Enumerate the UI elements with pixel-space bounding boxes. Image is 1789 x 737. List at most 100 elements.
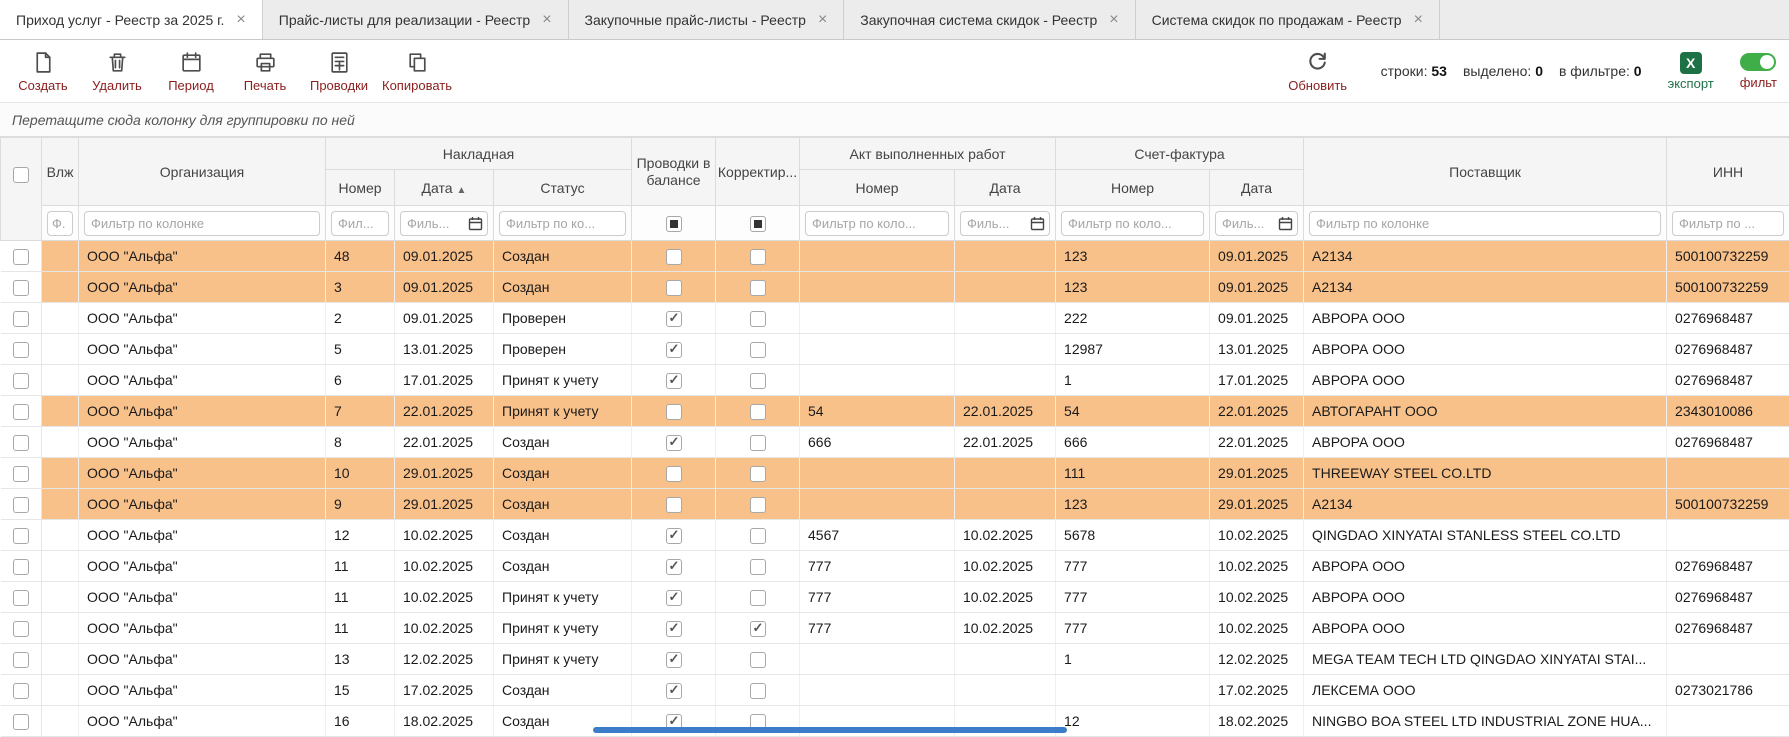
tab-close-icon[interactable]: × bbox=[236, 12, 245, 28]
postings-checkbox[interactable] bbox=[666, 435, 682, 451]
correction-checkbox[interactable] bbox=[750, 404, 766, 420]
row-checkbox[interactable] bbox=[13, 435, 29, 451]
act-date-filter-input[interactable] bbox=[961, 212, 1030, 235]
table-row[interactable]: ООО "Альфа" 13 12.02.2025 Принят к учету… bbox=[1, 644, 1789, 675]
document-tab[interactable]: Закупочная система скидок - Реестр × bbox=[844, 0, 1135, 39]
tab-close-icon[interactable]: × bbox=[542, 12, 551, 28]
row-checkbox[interactable] bbox=[13, 714, 29, 730]
col-header-invoice-number[interactable]: Номер bbox=[326, 170, 395, 206]
attachment-filter-input[interactable] bbox=[47, 211, 73, 236]
postings-checkbox[interactable] bbox=[666, 466, 682, 482]
correction-checkbox[interactable] bbox=[750, 528, 766, 544]
correction-checkbox[interactable] bbox=[750, 249, 766, 265]
invoice-number-filter-input[interactable] bbox=[331, 211, 389, 236]
col-header-attachment[interactable]: Влж bbox=[42, 138, 79, 206]
table-row[interactable]: ООО "Альфа" 6 17.01.2025 Принят к учету … bbox=[1, 365, 1789, 396]
correction-checkbox[interactable] bbox=[750, 497, 766, 513]
row-checkbox[interactable] bbox=[13, 373, 29, 389]
table-row[interactable]: ООО "Альфа" 7 22.01.2025 Принят к учету … bbox=[1, 396, 1789, 427]
row-checkbox[interactable] bbox=[13, 683, 29, 699]
postings-checkbox[interactable] bbox=[666, 342, 682, 358]
horizontal-scrollbar-thumb[interactable] bbox=[593, 727, 1067, 733]
table-row[interactable]: ООО "Альфа" 11 10.02.2025 Создан 777 10.… bbox=[1, 551, 1789, 582]
tab-close-icon[interactable]: × bbox=[818, 12, 827, 28]
excel-export-button[interactable]: X экспорт bbox=[1668, 52, 1714, 91]
tab-close-icon[interactable]: × bbox=[1414, 12, 1423, 28]
row-checkbox[interactable] bbox=[13, 342, 29, 358]
delete-button[interactable]: Удалить bbox=[80, 46, 154, 97]
col-header-facture-number[interactable]: Номер bbox=[1056, 170, 1210, 206]
tab-close-icon[interactable]: × bbox=[1109, 12, 1118, 28]
postings-checkbox[interactable] bbox=[666, 404, 682, 420]
table-row[interactable]: ООО "Альфа" 8 22.01.2025 Создан 666 22.0… bbox=[1, 427, 1789, 458]
correction-checkbox[interactable] bbox=[750, 652, 766, 668]
row-checkbox[interactable] bbox=[13, 404, 29, 420]
filter-toggle[interactable]: фильт bbox=[1740, 53, 1777, 90]
table-row[interactable]: ООО "Альфа" 11 10.02.2025 Принят к учету… bbox=[1, 582, 1789, 613]
postings-checkbox[interactable] bbox=[666, 497, 682, 513]
postings-checkbox[interactable] bbox=[666, 621, 682, 637]
row-checkbox[interactable] bbox=[13, 497, 29, 513]
postings-checkbox[interactable] bbox=[666, 590, 682, 606]
supplier-filter-input[interactable] bbox=[1309, 211, 1661, 236]
row-checkbox[interactable] bbox=[13, 311, 29, 327]
postings-checkbox[interactable] bbox=[666, 311, 682, 327]
col-header-facture-date[interactable]: Дата bbox=[1210, 170, 1304, 206]
postings-checkbox[interactable] bbox=[666, 249, 682, 265]
table-row[interactable]: ООО "Альфа" 2 09.01.2025 Проверен 222 09… bbox=[1, 303, 1789, 334]
calendar-picker-icon[interactable] bbox=[468, 216, 483, 231]
col-header-act-number[interactable]: Номер bbox=[800, 170, 955, 206]
col-header-inn[interactable]: ИНН bbox=[1667, 138, 1789, 206]
row-checkbox[interactable] bbox=[13, 652, 29, 668]
group-by-dropzone[interactable]: Перетащите сюда колонку для группировки … bbox=[0, 103, 1789, 137]
document-tab[interactable]: Система скидок по продажам - Реестр × bbox=[1136, 0, 1440, 39]
document-tab[interactable]: Закупочные прайс-листы - Реестр × bbox=[569, 0, 845, 39]
row-checkbox[interactable] bbox=[13, 621, 29, 637]
table-row[interactable]: ООО "Альфа" 15 17.02.2025 Создан 17.02.2… bbox=[1, 675, 1789, 706]
postings-checkbox[interactable] bbox=[666, 373, 682, 389]
postings-button[interactable]: Проводки bbox=[302, 46, 376, 97]
create-button[interactable]: Создать bbox=[6, 46, 80, 97]
correction-checkbox[interactable] bbox=[750, 621, 766, 637]
postings-checkbox[interactable] bbox=[666, 528, 682, 544]
correction-checkbox[interactable] bbox=[750, 683, 766, 699]
correction-checkbox[interactable] bbox=[750, 466, 766, 482]
print-button[interactable]: Печать bbox=[228, 46, 302, 97]
postings-checkbox[interactable] bbox=[666, 652, 682, 668]
correction-checkbox[interactable] bbox=[750, 342, 766, 358]
row-checkbox[interactable] bbox=[13, 559, 29, 575]
refresh-button[interactable]: Обновить bbox=[1281, 46, 1355, 97]
table-row[interactable]: ООО "Альфа" 5 13.01.2025 Проверен 12987 … bbox=[1, 334, 1789, 365]
row-checkbox[interactable] bbox=[13, 590, 29, 606]
calendar-picker-icon[interactable] bbox=[1278, 216, 1293, 231]
status-filter-input[interactable] bbox=[499, 211, 626, 236]
table-row[interactable]: ООО "Альфа" 10 29.01.2025 Создан 111 29.… bbox=[1, 458, 1789, 489]
table-row[interactable]: ООО "Альфа" 11 10.02.2025 Принят к учету… bbox=[1, 613, 1789, 644]
document-tab[interactable]: Прайс-листы для реализации - Реестр × bbox=[263, 0, 569, 39]
col-header-status[interactable]: Статус bbox=[494, 170, 632, 206]
table-row[interactable]: ООО "Альфа" 9 29.01.2025 Создан 123 29.0… bbox=[1, 489, 1789, 520]
calendar-picker-icon[interactable] bbox=[1030, 216, 1045, 231]
correction-checkbox[interactable] bbox=[750, 311, 766, 327]
act-number-filter-input[interactable] bbox=[805, 211, 949, 236]
col-header-postings[interactable]: Проводки в балансе bbox=[632, 138, 716, 206]
postings-checkbox[interactable] bbox=[666, 559, 682, 575]
organization-filter-input[interactable] bbox=[84, 211, 320, 236]
table-row[interactable]: ООО "Альфа" 48 09.01.2025 Создан 123 09.… bbox=[1, 241, 1789, 272]
inn-filter-input[interactable] bbox=[1672, 211, 1784, 236]
correction-checkbox[interactable] bbox=[750, 590, 766, 606]
table-row[interactable]: ООО "Альфа" 12 10.02.2025 Создан 4567 10… bbox=[1, 520, 1789, 551]
document-tab[interactable]: Приход услуг - Реестр за 2025 г. × bbox=[0, 0, 263, 39]
row-checkbox[interactable] bbox=[13, 280, 29, 296]
select-all-checkbox[interactable] bbox=[13, 167, 29, 183]
copy-button[interactable]: Копировать bbox=[376, 46, 458, 97]
facture-number-filter-input[interactable] bbox=[1061, 211, 1204, 236]
col-header-organization[interactable]: Организация bbox=[79, 138, 326, 206]
col-header-supplier[interactable]: Поставщик bbox=[1304, 138, 1667, 206]
row-checkbox[interactable] bbox=[13, 528, 29, 544]
postings-checkbox[interactable] bbox=[666, 683, 682, 699]
correction-checkbox[interactable] bbox=[750, 435, 766, 451]
correction-checkbox[interactable] bbox=[750, 373, 766, 389]
col-header-act-date[interactable]: Дата bbox=[955, 170, 1056, 206]
correction-checkbox[interactable] bbox=[750, 280, 766, 296]
